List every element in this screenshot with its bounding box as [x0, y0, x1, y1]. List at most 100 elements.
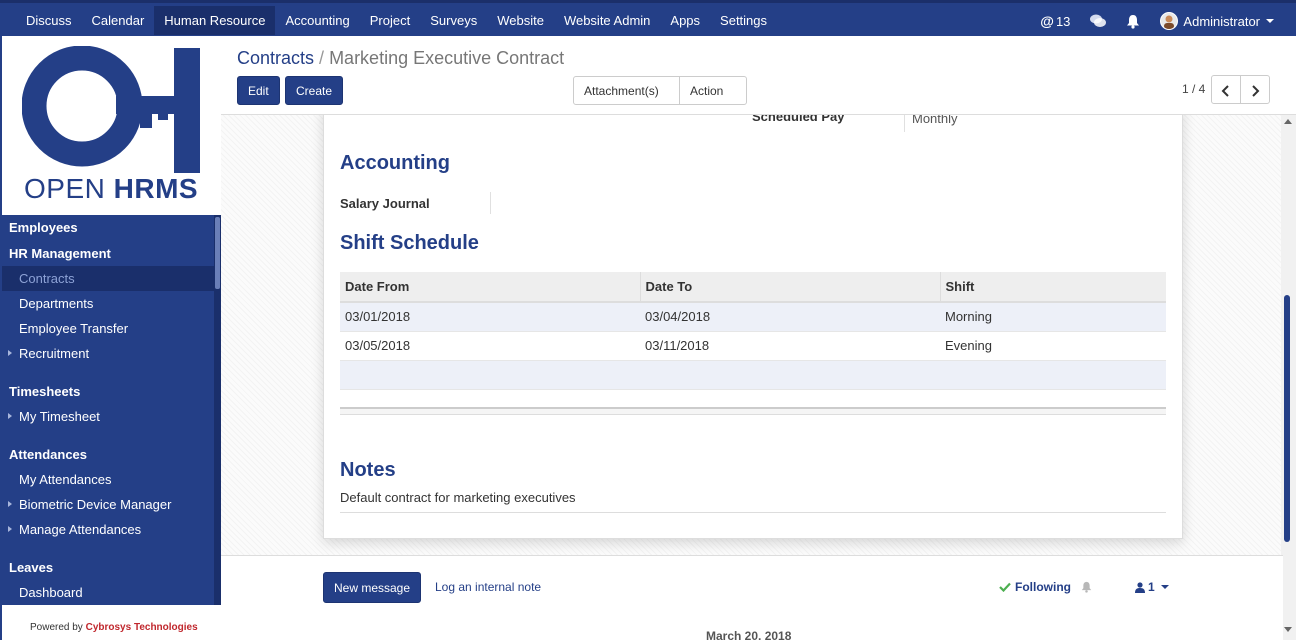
mentions-button[interactable]: @ 13: [1030, 7, 1080, 36]
sidebar-head-attendances[interactable]: Attendances: [2, 442, 214, 467]
mentions-count: 13: [1055, 13, 1071, 29]
sidebar-item-label: Recruitment: [19, 346, 90, 361]
notifications-button[interactable]: [1116, 8, 1150, 35]
shift-schedule-table: Date From Date To Shift 03/01/2018 03/04…: [340, 272, 1166, 390]
sidebar-item-departments[interactable]: Departments: [2, 291, 214, 316]
log-note-link[interactable]: Log an internal note: [435, 580, 541, 594]
menu-website[interactable]: Website: [487, 6, 554, 35]
chevron-right-icon: [1252, 85, 1260, 97]
attachments-dropdown[interactable]: Attachment(s): [573, 76, 680, 123]
followers-count: 1: [1148, 580, 1155, 594]
top-navbar: Discuss Calendar Human Resource Accounti…: [0, 0, 1296, 36]
table-row[interactable]: 03/05/2018 03/11/2018 Evening: [340, 331, 1166, 361]
bell-icon[interactable]: [1081, 581, 1092, 593]
logo-open-text: OPEN: [24, 173, 106, 204]
app-menu: Discuss Calendar Human Resource Accounti…: [16, 6, 777, 35]
shift-schedule-title: Shift Schedule: [340, 232, 479, 254]
caret-right-icon: [8, 526, 12, 532]
menu-website-admin[interactable]: Website Admin: [554, 6, 660, 35]
following-button[interactable]: Following: [999, 580, 1092, 594]
cell-shift: Morning: [940, 302, 1166, 332]
caret-right-icon: [8, 413, 12, 419]
messages-button[interactable]: [1080, 8, 1116, 34]
sidebar-item-my-timesheet[interactable]: My Timesheet: [2, 404, 214, 429]
sidebar-scrollbar[interactable]: [214, 215, 221, 605]
action-dropdown[interactable]: Action: [679, 76, 747, 123]
table-row-empty: [340, 360, 1166, 390]
breadcrumb: Contracts / Marketing Executive Contract: [237, 48, 565, 68]
accounting-title: Accounting: [340, 152, 450, 174]
sidebar-item-label: My Timesheet: [19, 409, 100, 424]
new-message-button[interactable]: New message: [323, 572, 422, 603]
sidebar-item-my-attendances[interactable]: My Attendances: [2, 467, 214, 492]
caret-down-icon: [1160, 585, 1169, 589]
sidebar-item-label: Biometric Device Manager: [19, 497, 172, 512]
avatar: [1160, 12, 1179, 30]
sidebar-item-biometric-device-manager[interactable]: Biometric Device Manager: [2, 492, 214, 517]
create-button[interactable]: Create: [285, 76, 344, 105]
scrollbar-thumb[interactable]: [215, 217, 220, 289]
table-row[interactable]: 03/01/2018 03/04/2018 Morning: [340, 302, 1166, 332]
menu-surveys[interactable]: Surveys: [420, 6, 487, 35]
logo-hrms-text: HRMS: [113, 173, 199, 204]
scroll-up-icon[interactable]: [1284, 119, 1292, 124]
breadcrumb-contracts[interactable]: Contracts: [237, 48, 314, 68]
scroll-down-icon[interactable]: [1284, 627, 1292, 632]
user-icon: [1135, 581, 1145, 593]
column-shift[interactable]: Shift: [939, 272, 1166, 303]
sidebar-menu: Employees HR Management Contracts Depart…: [2, 215, 214, 605]
sidebar-item-contracts[interactable]: Contracts: [2, 266, 214, 291]
sidebar-item-employee-transfer[interactable]: Employee Transfer: [2, 316, 214, 341]
sidebar-head-timesheets[interactable]: Timesheets: [2, 379, 214, 404]
notes-text: Default contract for marketing executive…: [340, 490, 576, 505]
form-sheet: Scheduled Pay Monthly Accounting Salary …: [323, 115, 1183, 539]
menu-apps[interactable]: Apps: [660, 6, 710, 35]
followers-dropdown[interactable]: 1: [1135, 580, 1169, 594]
user-menu[interactable]: Administrator: [1150, 6, 1284, 36]
check-icon: [999, 582, 1011, 592]
breadcrumb-current: Marketing Executive Contract: [329, 48, 565, 68]
chevron-left-icon: [1221, 85, 1229, 97]
powered-by: Powered by Cybrosys Technologies: [30, 622, 198, 633]
sidebar-head-leaves[interactable]: Leaves: [2, 555, 214, 580]
systray: @ 13 Administrator: [1030, 6, 1284, 36]
sidebar: OPEN HRMS Employees HR Management Contra…: [0, 36, 221, 640]
edit-button[interactable]: Edit: [237, 76, 280, 105]
sidebar-head-employees[interactable]: Employees: [2, 215, 214, 240]
sidebar-item-recruitment[interactable]: Recruitment: [2, 341, 214, 366]
user-name: Administrator: [1183, 13, 1260, 29]
notes-title: Notes: [340, 459, 396, 481]
scheduled-pay-label: Scheduled Pay: [752, 115, 845, 124]
scrollbar-thumb[interactable]: [1284, 295, 1290, 542]
pager-value[interactable]: 1 / 4: [1182, 82, 1205, 96]
cell-date-from: 03/01/2018: [340, 302, 640, 332]
sidebar-item-dashboard[interactable]: Dashboard: [2, 580, 214, 605]
pager-next-button[interactable]: [1240, 75, 1270, 104]
content-scrollbar[interactable]: [1281, 115, 1296, 640]
menu-accounting[interactable]: Accounting: [275, 6, 359, 35]
cell-date-from: 03/05/2018: [340, 331, 640, 361]
powered-company-link[interactable]: Cybrosys Technologies: [86, 622, 198, 633]
action-label: Action: [690, 84, 724, 98]
following-label: Following: [1015, 580, 1071, 594]
sidebar-head-hr-management[interactable]: HR Management: [2, 241, 214, 266]
logo-wordmark: OPEN HRMS: [24, 173, 198, 205]
at-icon: @: [1040, 12, 1054, 29]
sidebar-item-manage-attendances[interactable]: Manage Attendances: [2, 517, 214, 542]
pager-previous-button[interactable]: [1211, 75, 1241, 104]
scheduled-pay-value: Monthly: [912, 115, 958, 126]
menu-discuss[interactable]: Discuss: [16, 6, 82, 35]
attachments-label: Attachment(s): [584, 84, 659, 98]
menu-human-resource[interactable]: Human Resource: [154, 6, 276, 35]
caret-right-icon: [8, 501, 12, 507]
column-date-from[interactable]: Date From: [340, 272, 640, 303]
column-date-to[interactable]: Date To: [639, 272, 940, 303]
cell-date-to: 03/04/2018: [640, 302, 940, 332]
chatter: New message Log an internal note Followi…: [221, 555, 1283, 640]
comments-icon: [1090, 14, 1107, 27]
caret-right-icon: [8, 350, 12, 356]
menu-project[interactable]: Project: [360, 6, 420, 35]
sidebar-item-label: Manage Attendances: [19, 522, 142, 537]
menu-settings[interactable]: Settings: [710, 6, 777, 35]
menu-calendar[interactable]: Calendar: [82, 6, 155, 35]
